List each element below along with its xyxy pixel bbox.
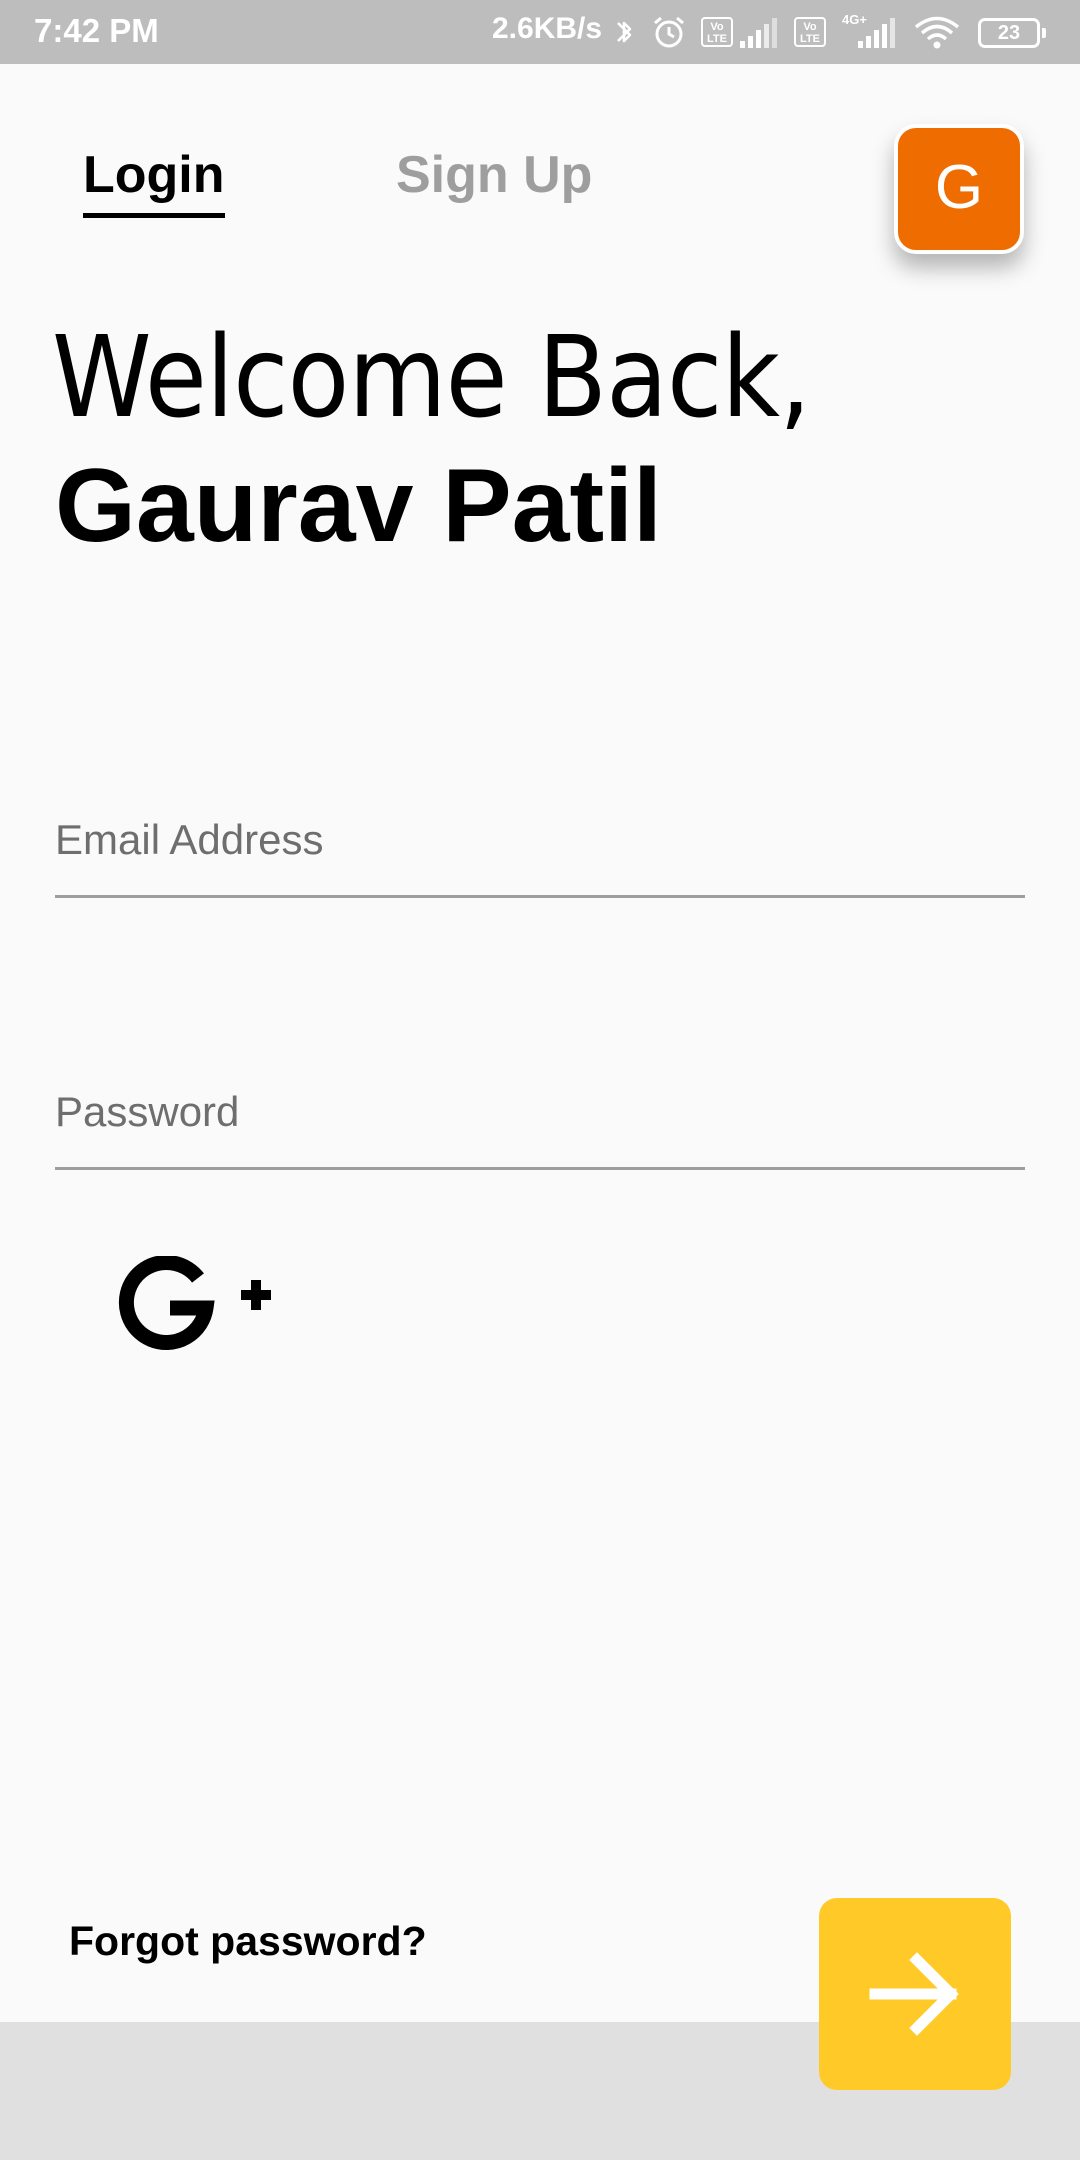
volte-icon-2: Vo LTE xyxy=(794,17,826,47)
user-name: Gaurav Patil xyxy=(55,448,662,564)
email-underline xyxy=(55,895,1025,898)
wifi-icon xyxy=(914,16,960,49)
password-input[interactable] xyxy=(55,1052,1025,1168)
status-net-speed: 2.6KB/s xyxy=(492,12,603,45)
avatar[interactable]: G xyxy=(894,124,1024,254)
forgot-password-link[interactable]: Forgot password? xyxy=(69,1918,427,1965)
login-screen: 7:42 PM 2.6KB/s Vo LTE Vo LTE 4G+ 23 Log… xyxy=(0,0,1080,2160)
email-field xyxy=(55,780,1025,898)
volte-icon: Vo LTE xyxy=(701,17,733,47)
welcome-heading: Welcome Back, xyxy=(52,313,811,443)
email-input[interactable] xyxy=(55,780,1025,896)
google-plus-icon[interactable] xyxy=(116,1256,276,1360)
signal-4g-icon xyxy=(858,18,895,48)
bluetooth-icon xyxy=(617,21,632,43)
signal-icon xyxy=(740,18,777,48)
password-underline xyxy=(55,1167,1025,1170)
battery-icon: 23 xyxy=(978,18,1046,48)
alarm-icon xyxy=(654,16,684,48)
status-bar: 7:42 PM 2.6KB/s Vo LTE Vo LTE 4G+ 23 xyxy=(0,0,1080,64)
next-button[interactable] xyxy=(819,1898,1011,2090)
status-time: 7:42 PM xyxy=(34,12,159,49)
arrow-right-icon xyxy=(869,1952,959,2036)
tab-sign-up[interactable]: Sign Up xyxy=(396,140,592,210)
password-field xyxy=(55,1052,1025,1170)
tab-login[interactable]: Login xyxy=(83,140,225,218)
